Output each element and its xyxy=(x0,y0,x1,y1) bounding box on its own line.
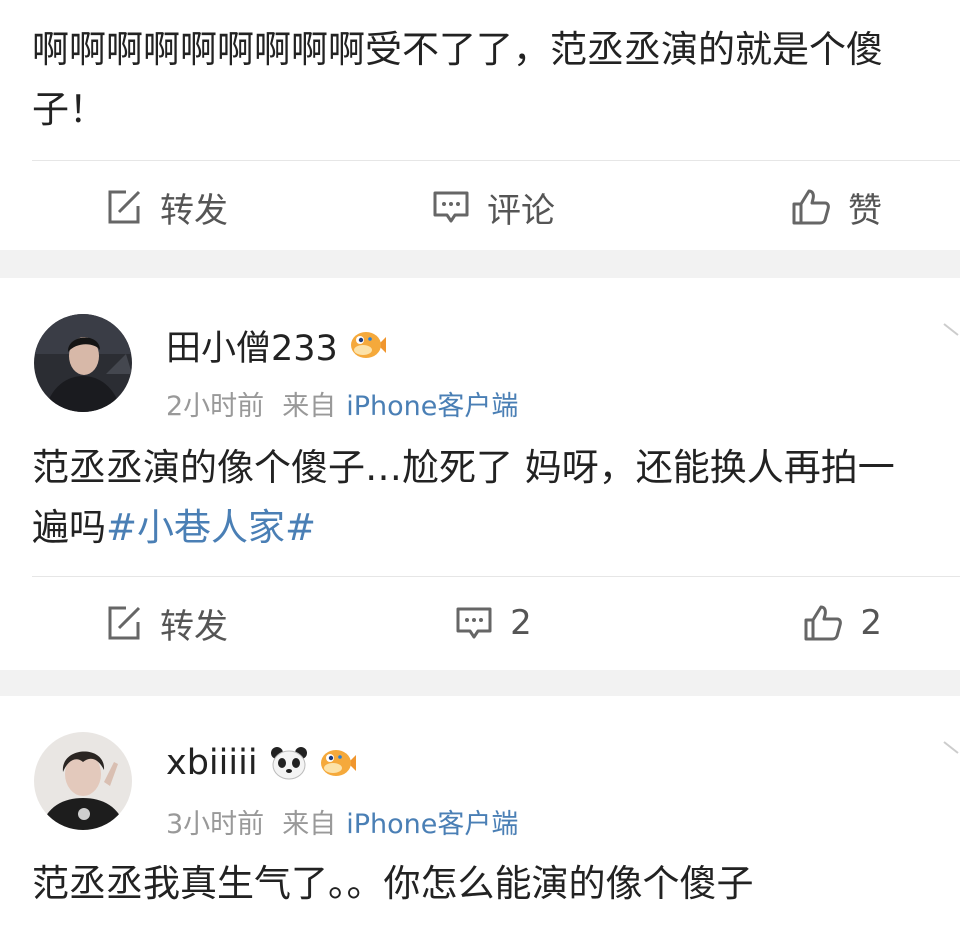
chevron-icon[interactable] xyxy=(940,320,960,354)
divider xyxy=(32,160,960,161)
post-text: 范丞丞我真生气了。。你怎么能演的像个傻子 xyxy=(32,862,754,905)
topic-link[interactable]: #小巷人家# xyxy=(106,506,316,549)
divider xyxy=(32,576,960,577)
pufferfish-badge-icon xyxy=(320,746,356,780)
comment-icon xyxy=(454,603,494,643)
repost-label: 转发 xyxy=(160,190,228,231)
source-link[interactable]: iPhone客户端 xyxy=(346,809,518,840)
post-card: 啊啊啊啊啊啊啊啊啊受不了了，范丞丞演的就是个傻子！ 转发 评论 赞 xyxy=(0,0,960,250)
comment-label: 评论 xyxy=(486,190,555,231)
post-text: 范丞丞演的像个傻子…尬死了 妈呀，还能换人再拍一遍吗#小巷人家# xyxy=(0,438,960,558)
comment-icon xyxy=(431,187,471,227)
repost-icon xyxy=(104,187,144,227)
avatar[interactable] xyxy=(34,314,132,412)
username[interactable]: 田小僧233 xyxy=(166,320,338,371)
pufferfish-badge-icon xyxy=(350,328,386,362)
post-header: xbiiiii 3小时前 来自 iPhone客户端 xyxy=(34,732,518,841)
like-icon xyxy=(802,603,844,643)
action-bar: 转发 2 2 xyxy=(0,578,960,668)
like-label: 赞 xyxy=(847,190,882,231)
source-label: 来自 xyxy=(282,809,337,840)
panda-badge-icon xyxy=(270,746,308,780)
comment-count: 2 xyxy=(510,603,532,643)
repost-button[interactable]: 转发 xyxy=(0,162,363,252)
repost-button[interactable]: 转发 xyxy=(0,578,363,668)
repost-label: 转发 xyxy=(160,606,228,647)
action-bar: 转发 评论 赞 xyxy=(0,162,960,252)
comment-button[interactable]: 评论 xyxy=(363,162,622,252)
like-icon xyxy=(790,187,832,227)
username[interactable]: xbiiiii xyxy=(166,743,258,783)
comment-button[interactable]: 2 xyxy=(363,578,622,668)
like-button[interactable]: 2 xyxy=(623,578,960,668)
repost-icon xyxy=(104,603,144,643)
post-header: 田小僧233 2小时前 来自 iPhone客户端 xyxy=(34,314,518,423)
post-card: 田小僧233 2小时前 来自 iPhone客户端 范丞丞演的像个傻子…尬死了 妈呀，… xyxy=(0,278,960,670)
like-button[interactable]: 赞 xyxy=(623,162,960,252)
post-card: xbiiiii 3小时前 来自 iPhone客户端 范丞丞我真生气了。。你怎么能演的… xyxy=(0,696,960,934)
post-time: 3小时前 xyxy=(166,809,265,840)
avatar[interactable] xyxy=(34,732,132,830)
post-time: 2小时前 xyxy=(166,391,265,422)
like-count: 2 xyxy=(860,603,882,643)
source-label: 来自 xyxy=(282,391,337,422)
post-text: 啊啊啊啊啊啊啊啊啊受不了了，范丞丞演的就是个傻子！ xyxy=(32,28,883,131)
chevron-icon[interactable] xyxy=(940,738,960,772)
source-link[interactable]: iPhone客户端 xyxy=(346,391,518,422)
